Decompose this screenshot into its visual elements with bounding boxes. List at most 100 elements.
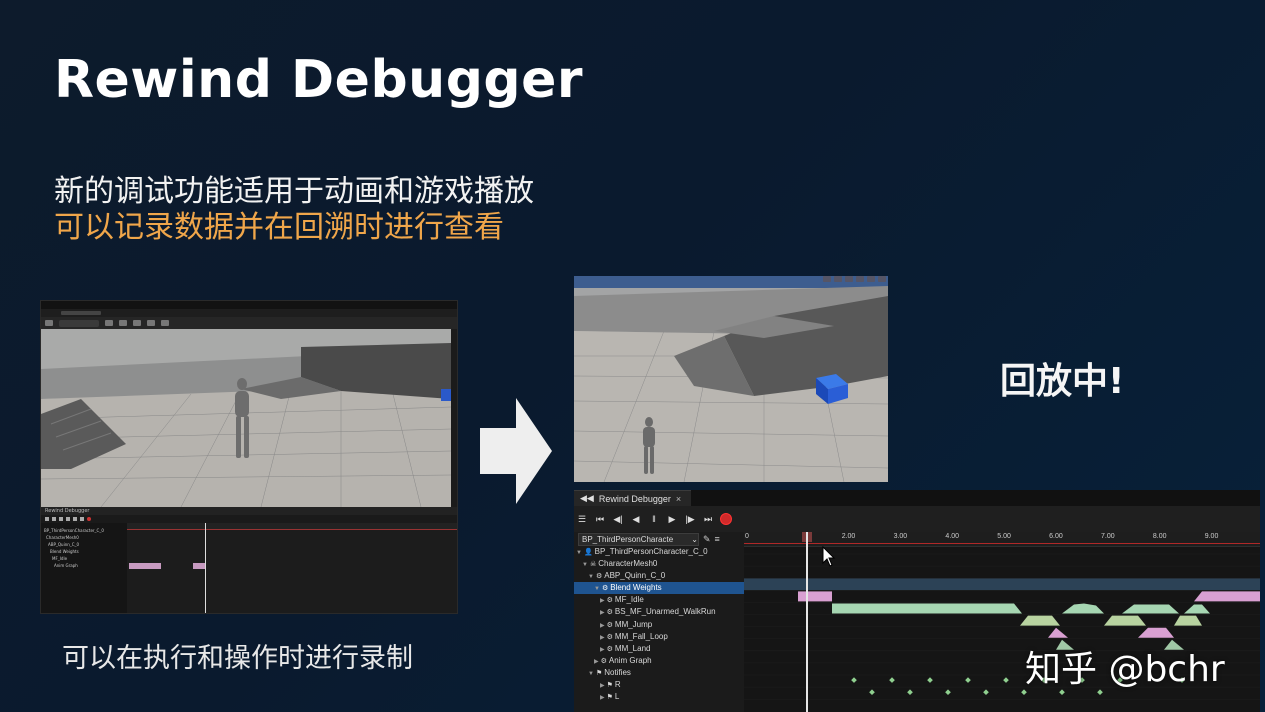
watermark: 知乎 @bchr: [1025, 649, 1225, 690]
actor-select-value: BP_ThirdPersonCharacte: [582, 534, 674, 544]
collapse-arrow-icon[interactable]: ▶: [600, 683, 605, 689]
expand-arrow-icon[interactable]: ▼: [588, 671, 594, 677]
ruler-tick-label: 6.00: [1049, 533, 1063, 540]
replay-viewport: [574, 276, 888, 482]
editor-tree-row: Anim Graph: [54, 563, 78, 568]
tree-row[interactable]: ▶ ⚙ MM_Jump: [574, 619, 744, 631]
ruler-tick-label: 8.00: [1152, 533, 1167, 540]
collapse-arrow-icon[interactable]: ▶: [600, 695, 605, 701]
expand-arrow-icon[interactable]: ▼: [588, 574, 594, 580]
notify-l-marker: [945, 689, 951, 696]
tree-row[interactable]: ▼ ⚑ Notifies: [574, 667, 744, 679]
collapse-arrow-icon[interactable]: ▶: [594, 659, 599, 665]
tree-row[interactable]: ▶ ⚙ BS_MF_Unarmed_WalkRun: [574, 606, 744, 618]
notify-l-marker: [983, 689, 989, 696]
ruler-tick-label: 5.00: [997, 533, 1011, 540]
tree-row-label: R: [614, 680, 621, 690]
fall-weight-bar-2: [1138, 627, 1174, 638]
timeline-scrubber-line[interactable]: [806, 532, 808, 712]
tree-row-label: BP_ThirdPersonCharacter_C_0: [594, 547, 708, 556]
timeline-ruler[interactable]: 0 2.00 3.00 4.00 5.00 6.00 7.00 8.00 9.00: [744, 532, 1260, 547]
mf-idle-weight-bar: [798, 591, 832, 602]
debug-tree: BP_ThirdPersonCharacte ⌄ ✎ ≡ ▼ 👤 BP_ThirdP…: [574, 532, 744, 712]
tab-rewind-debugger-label: Rewind Debugger: [598, 493, 671, 504]
replay-label: 回放中!: [1000, 361, 1125, 402]
ruler-tick-label: 4.00: [945, 533, 960, 540]
editor-panel-toolbar: [41, 515, 457, 523]
collapse-arrow-icon[interactable]: ▶: [600, 598, 605, 604]
flag-icon: ⚑: [606, 682, 613, 690]
tree-row[interactable]: ▼ ☠ CharacterMesh0: [574, 558, 744, 570]
right-arrow-icon: [480, 398, 552, 504]
editor-tree-row: MF_Idle: [52, 556, 68, 561]
notify-r-marker: [927, 677, 933, 683]
tree-row-label: MM_Jump: [614, 619, 653, 629]
flag-icon: ⚑: [595, 669, 603, 677]
selected-track-band: [744, 578, 1260, 591]
tree-row[interactable]: ▶ ⚙ MF_Idle: [574, 594, 744, 606]
tree-row[interactable]: ▶ ⚑ R: [574, 679, 744, 691]
editor-tree-row: ABP_Quinn_C_0: [48, 542, 80, 547]
step-forward-icon[interactable]: |▶: [684, 514, 696, 525]
recording-caption: 可以在执行和操作时进行录制: [62, 643, 413, 674]
tree-row[interactable]: ▶ ⚑ L: [574, 691, 744, 703]
notify-r-marker: [1003, 677, 1009, 683]
close-icon[interactable]: ×: [676, 494, 681, 504]
editor-viewport: [41, 329, 451, 507]
person-icon: 👤: [583, 549, 593, 556]
collapse-arrow-icon[interactable]: ▶: [600, 623, 605, 629]
anim-icon: ⚙: [606, 597, 613, 605]
tab-rewind-debugger[interactable]: ◀◀ Rewind Debugger ×: [574, 490, 692, 506]
play-icon[interactable]: ▶: [666, 514, 678, 525]
filter-icon[interactable]: ≡: [715, 534, 720, 544]
tree-row[interactable]: ▶ ⚙ Anim Graph: [574, 655, 744, 667]
slide-title: Rewind Debugger: [54, 50, 584, 110]
editor-toolbar: [41, 317, 457, 329]
skip-back-icon[interactable]: ⏮: [594, 514, 606, 525]
mouse-cursor-icon: [822, 546, 836, 567]
jump-weight-bar-3: [1174, 615, 1202, 626]
expand-arrow-icon[interactable]: ▼: [576, 550, 582, 556]
tree-row-label: MM_Land: [614, 643, 651, 653]
collapse-arrow-icon[interactable]: ▶: [600, 647, 605, 653]
collapse-arrow-icon[interactable]: ▶: [600, 610, 605, 616]
tree-row[interactable]: ▶ ⚙ MM_Land: [574, 643, 744, 655]
notify-l-marker: [907, 689, 913, 696]
tree-row[interactable]: ▼ ⚙ Blend Weights: [574, 582, 744, 595]
collapse-arrow-icon[interactable]: ▼: [594, 586, 600, 592]
rewind-icon: ◀◀: [580, 493, 594, 503]
play-reverse-icon[interactable]: ◀: [630, 514, 642, 525]
collapse-arrow-icon[interactable]: ▶: [600, 635, 605, 641]
eyedropper-icon[interactable]: ✎: [703, 534, 711, 545]
record-icon[interactable]: [720, 513, 732, 525]
pause-icon[interactable]: ‖: [648, 514, 660, 524]
tree-row[interactable]: ▼ 👤 BP_ThirdPersonCharacter_C_0: [574, 546, 744, 558]
editor-panel-tree: BP_ThirdPersonCharacter_C_0 CharacterMesh…: [41, 527, 130, 569]
tree-row-label: L: [614, 692, 620, 702]
tree-row[interactable]: ▼ ⚙ ABP_Quinn_C_0: [574, 570, 744, 582]
walkrun-weight-bar-3: [1122, 604, 1179, 614]
step-back-icon[interactable]: ◀|: [612, 514, 624, 525]
editor-tree-row: Blend Weights: [50, 549, 79, 554]
ruler-tick-label: 0: [745, 533, 749, 540]
slide-subtitle-highlight: 可以记录数据并在回溯时进行查看: [54, 210, 504, 245]
rewind-debugger-toolbar: ☰ ⏮ ◀| ◀ ‖ ▶ |▶ ⏭: [574, 506, 1260, 532]
blendspace-icon: ⚙: [606, 609, 613, 617]
anim-icon: ⚙: [606, 621, 613, 629]
editor-recording-screenshot: Rewind Debugger BP_ThirdPersonCharacter_…: [40, 300, 458, 614]
tree-row-label: ABP_Quinn_C_0: [604, 571, 666, 581]
expand-arrow-icon[interactable]: ▼: [582, 562, 588, 568]
tree-row[interactable]: ▶ ⚙ MM_Fall_Loop: [574, 631, 744, 643]
actor-select[interactable]: BP_ThirdPersonCharacte ⌄: [578, 532, 699, 546]
rewind-debugger-tabbar: ◀◀ Rewind Debugger ×: [574, 490, 1260, 506]
tree-row-label: Notifies: [604, 667, 631, 677]
anim-icon: ⚙: [606, 645, 613, 653]
tree-row-label: CharacterMesh0: [598, 559, 658, 569]
anim-blueprint-icon: ⚙: [595, 573, 603, 581]
tree-row-label: Anim Graph: [608, 655, 652, 665]
chevron-down-icon: ⌄: [691, 534, 698, 544]
walkrun-weight-bar-4: [1184, 604, 1210, 614]
editor-tree-row: CharacterMesh0: [46, 535, 79, 540]
skip-forward-icon[interactable]: ⏭: [702, 514, 714, 525]
menu-icon[interactable]: ☰: [576, 514, 588, 525]
